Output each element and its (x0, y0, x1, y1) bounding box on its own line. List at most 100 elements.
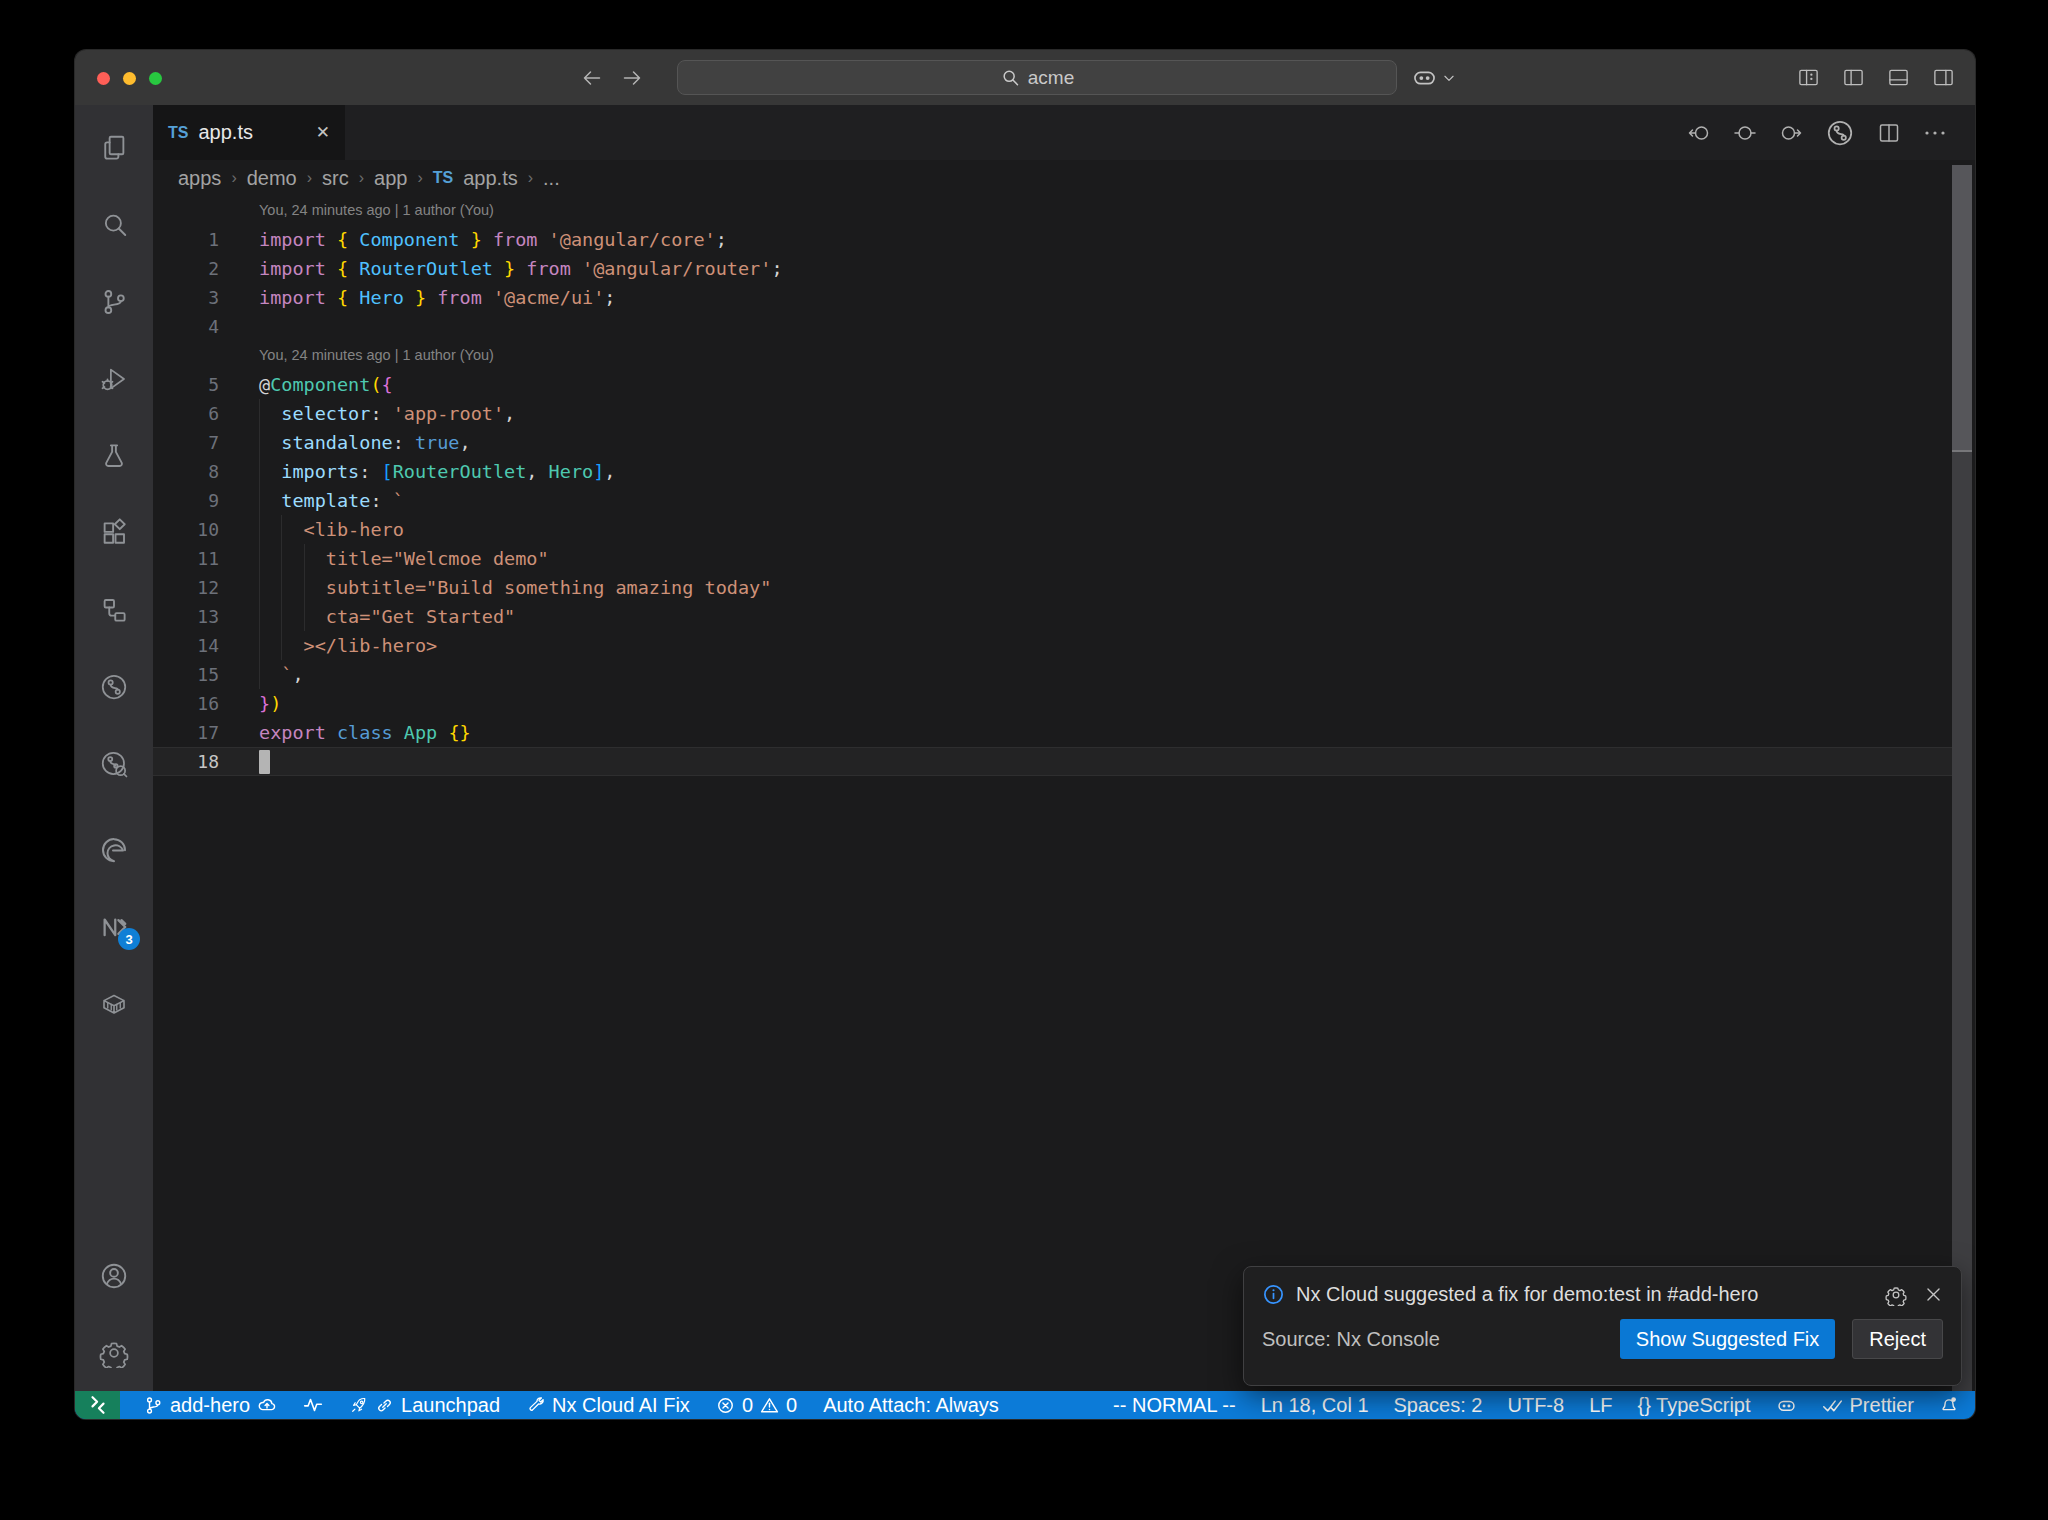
code-line-6: 6 selector: 'app-root', (153, 399, 1953, 428)
activity-item-extensions[interactable] (75, 494, 153, 571)
editor-action-nav-back-circle[interactable] (1687, 121, 1711, 145)
status-item-spaces-2[interactable]: Spaces: 2 (1394, 1394, 1483, 1417)
editor-action-nav-fwd-circle[interactable] (1779, 121, 1803, 145)
panel-left-icon[interactable] (1842, 66, 1865, 89)
tab-close-icon[interactable]: ✕ (316, 122, 330, 143)
code-line-13: 13 cta="Get Started" (153, 602, 1953, 631)
show-suggested-fix-button[interactable]: Show Suggested Fix (1620, 1319, 1835, 1359)
toast-source: Source: Nx Console (1262, 1328, 1620, 1351)
status-item-nx-cloud-ai-fix[interactable]: Nx Cloud AI Fix (526, 1394, 690, 1417)
activity-item-edge[interactable] (75, 811, 153, 888)
activity-item-container[interactable] (75, 965, 153, 1042)
editor-action-circle-dash[interactable] (1733, 121, 1757, 145)
status-item-0[interactable]: 00 (716, 1394, 797, 1417)
tab-app-ts[interactable]: TS app.ts ✕ (153, 105, 345, 160)
panel-bottom-icon[interactable] (1887, 66, 1910, 89)
code-text: import { RouterOutlet } from '@angular/r… (219, 254, 783, 283)
wrench-icon (526, 1396, 545, 1415)
editor-action-split-editor[interactable] (1877, 121, 1901, 145)
activity-item-nx[interactable]: 3 (75, 888, 153, 965)
breadcrumb-separator-icon: › (359, 169, 364, 187)
error-circle-icon (716, 1396, 735, 1415)
editor-action-ellipsis[interactable] (1923, 121, 1947, 145)
panel-right-icon[interactable] (1932, 66, 1955, 89)
activity-item-circle-branch[interactable] (75, 648, 153, 725)
search-icon (1000, 68, 1020, 88)
activity-item-search[interactable] (75, 186, 153, 263)
activity-item-testing[interactable] (75, 417, 153, 494)
status-item-auto-attach-always[interactable]: Auto Attach: Always (823, 1394, 999, 1417)
code-text: <lib-hero (219, 515, 404, 544)
minimize-window-button[interactable] (123, 72, 136, 85)
status-item-pulse[interactable] (303, 1395, 323, 1415)
code-text: `, (219, 660, 304, 689)
editor-action-circle-branch[interactable] (1825, 118, 1855, 148)
link-icon (375, 1396, 394, 1415)
line-number: 3 (153, 283, 219, 312)
close-window-button[interactable] (97, 72, 110, 85)
status-item-utf-8[interactable]: UTF-8 (1507, 1394, 1564, 1417)
status-item-typescript[interactable]: {} TypeScript (1637, 1394, 1750, 1417)
cloud-up-icon (257, 1395, 277, 1415)
breadcrumb-item[interactable]: demo (247, 167, 297, 190)
code-line-15: 15 `, (153, 660, 1953, 689)
activity-item-circle-branch-search[interactable] (75, 725, 153, 802)
indent-guide (281, 515, 282, 660)
status-item-add-hero[interactable]: add-hero (144, 1394, 277, 1417)
code-editor[interactable]: You, 24 minutes ago | 1 author (You)1imp… (153, 196, 1953, 1391)
command-center-search[interactable]: acme (677, 60, 1397, 95)
breadcrumb-file[interactable]: app.ts (463, 167, 517, 190)
pulse-icon (303, 1395, 323, 1415)
status-item-copilot-s[interactable] (1776, 1395, 1797, 1416)
activity-item-source-control[interactable] (75, 263, 153, 340)
indent-guide (304, 544, 305, 631)
line-number: 13 (153, 602, 219, 631)
code-text: @Component({ (219, 370, 393, 399)
line-number (153, 341, 219, 370)
line-number: 7 (153, 428, 219, 457)
toast-title: Nx Cloud suggested a fix for demo:test i… (1296, 1283, 1874, 1306)
editor-scrollbar[interactable] (1952, 165, 1972, 1391)
code-line-18: 18 (153, 747, 1953, 776)
line-number: 14 (153, 631, 219, 660)
breadcrumb-item[interactable]: app (374, 167, 407, 190)
status-item-normal[interactable]: -- NORMAL -- (1113, 1394, 1236, 1417)
reject-button[interactable]: Reject (1852, 1319, 1943, 1359)
activity-item-gear[interactable] (75, 1314, 153, 1391)
activity-item-hierarchy[interactable] (75, 571, 153, 648)
breadcrumb-item[interactable]: apps (178, 167, 221, 190)
zoom-window-button[interactable] (149, 72, 162, 85)
text-cursor (259, 750, 270, 774)
status-item-lf[interactable]: LF (1589, 1394, 1612, 1417)
breadcrumb-separator-icon: › (231, 169, 236, 187)
code-text: ></lib-hero> (219, 631, 437, 660)
status-item-ln-18-col-1[interactable]: Ln 18, Col 1 (1261, 1394, 1369, 1417)
history-forward-icon[interactable] (620, 66, 644, 90)
code-text: export class App {} (219, 718, 471, 747)
activity-item-explorer[interactable] (75, 109, 153, 186)
copilot-menu[interactable] (1411, 50, 1456, 105)
status-item-launchpad[interactable]: Launchpad (349, 1394, 500, 1417)
breadcrumb-separator-icon: › (528, 169, 533, 187)
code-text: cta="Get Started" (219, 602, 515, 631)
history-back-icon[interactable] (580, 66, 604, 90)
layout-customize-icon[interactable] (1797, 66, 1820, 89)
remote-indicator[interactable] (75, 1391, 120, 1419)
activity-item-run-debug[interactable] (75, 340, 153, 417)
status-item-bell[interactable] (1939, 1395, 1959, 1415)
activity-item-account[interactable] (75, 1237, 153, 1314)
checks-icon (1822, 1395, 1843, 1416)
blame-text: You, 24 minutes ago | 1 author (You) (219, 196, 494, 225)
code-line-4: 4 (153, 312, 1953, 341)
traffic-lights (97, 72, 162, 85)
typescript-file-icon: TS (168, 124, 188, 142)
code-line-1: 1import { Component } from '@angular/cor… (153, 225, 1953, 254)
toast-settings-icon[interactable] (1885, 1284, 1907, 1306)
status-item-prettier[interactable]: Prettier (1822, 1394, 1914, 1417)
breadcrumb-more[interactable]: ... (543, 167, 560, 190)
breadcrumb-item[interactable]: src (322, 167, 349, 190)
code-text: title="Welcmoe demo" (219, 544, 549, 573)
toast-close-icon[interactable] (1924, 1285, 1943, 1304)
code-line-5: 5@Component({ (153, 370, 1953, 399)
scrollbar-thumb[interactable] (1952, 165, 1972, 452)
